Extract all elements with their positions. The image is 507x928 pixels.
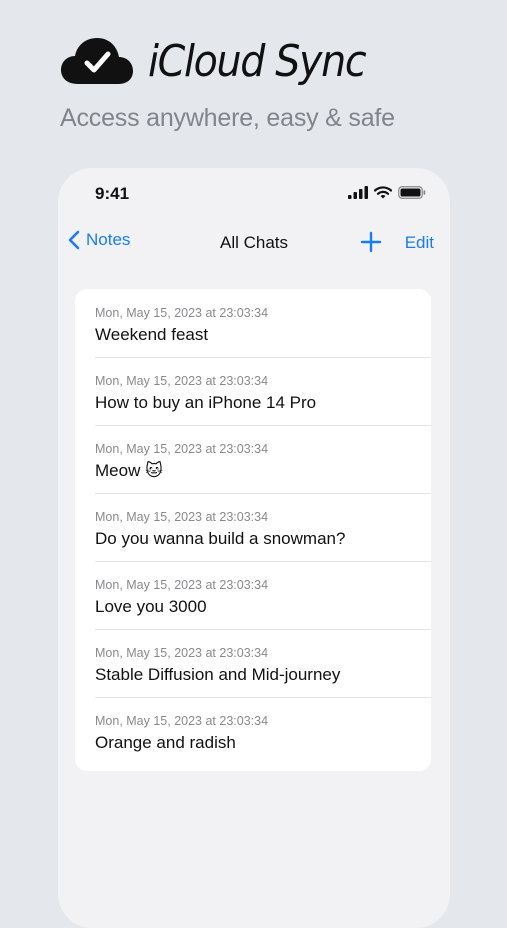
page-title: All Chats (219, 233, 289, 252)
cloud-check-icon (61, 38, 133, 84)
chat-title: Stable Diffusion and Mid-journey (95, 665, 341, 684)
chat-title: How to buy an iPhone 14 Pro (95, 393, 317, 412)
chat-title: Orange and radish (95, 733, 236, 752)
hero-header: iCloud Sync (60, 28, 487, 94)
chat-list: Mon, May 15, 2023 at 23:03:34 Weekend fe… (75, 289, 431, 771)
edit-button[interactable]: Edit (405, 233, 434, 253)
chat-date: Mon, May 15, 2023 at 23:03:34 (95, 510, 269, 524)
list-item[interactable]: Mon, May 15, 2023 at 23:03:34 Orange and… (75, 697, 431, 771)
status-bar: 9:41 (58, 168, 450, 220)
chat-title: Meow 🐱 (95, 461, 163, 480)
navigation-bar: Notes All Chats Edit (58, 224, 450, 260)
status-icons (348, 186, 426, 199)
chat-date: Mon, May 15, 2023 at 23:03:34 (95, 714, 269, 728)
status-time: 9:41 (95, 184, 130, 203)
list-item[interactable]: Mon, May 15, 2023 at 23:03:34 Weekend fe… (75, 289, 431, 357)
hero-subtitle: Access anywhere, easy & safe (60, 104, 395, 132)
signal-icon (348, 186, 368, 199)
chat-title: Weekend feast (95, 325, 209, 344)
chat-date: Mon, May 15, 2023 at 23:03:34 (95, 578, 269, 592)
list-item[interactable]: Mon, May 15, 2023 at 23:03:34 Do you wan… (75, 493, 431, 561)
list-item[interactable]: Mon, May 15, 2023 at 23:03:34 Stable Dif… (75, 629, 431, 697)
chat-date: Mon, May 15, 2023 at 23:03:34 (95, 442, 269, 456)
plus-icon[interactable] (360, 231, 382, 253)
chat-title: Do you wanna build a snowman? (95, 529, 346, 548)
list-item[interactable]: Mon, May 15, 2023 at 23:03:34 Love you 3… (75, 561, 431, 629)
chat-date: Mon, May 15, 2023 at 23:03:34 (95, 646, 269, 660)
chat-title: Love you 3000 (95, 597, 207, 616)
wifi-icon (374, 186, 392, 199)
list-item[interactable]: Mon, May 15, 2023 at 23:03:34 How to buy… (75, 357, 431, 425)
hero-title-row: iCloud Sync (60, 28, 487, 94)
phone-frame: 9:41 Notes All Chats Edit Mon, May 15, 2… (58, 168, 450, 928)
chat-date: Mon, May 15, 2023 at 23:03:34 (95, 374, 269, 388)
chat-date: Mon, May 15, 2023 at 23:03:34 (95, 306, 269, 320)
hero-title: iCloud Sync (148, 35, 367, 87)
list-item[interactable]: Mon, May 15, 2023 at 23:03:34 Meow 🐱 (75, 425, 431, 493)
battery-icon (398, 186, 426, 199)
